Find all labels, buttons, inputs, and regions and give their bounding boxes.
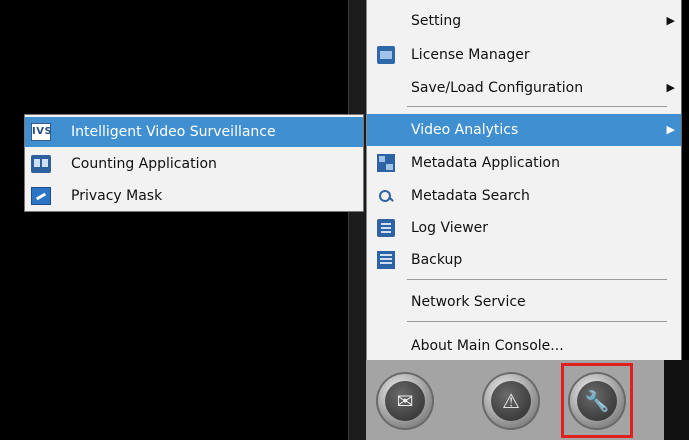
ivs-icon: IVS: [31, 123, 52, 141]
license-icon: [377, 46, 395, 64]
menu-item-license-manager[interactable]: License Manager: [367, 39, 681, 71]
menu-item-metadata-application[interactable]: Metadata Application: [367, 147, 681, 179]
video-analytics-submenu: IVS Intelligent Video Surveillance Count…: [24, 114, 364, 212]
menu-separator: [407, 321, 667, 322]
submenu-arrow-icon: ▶: [666, 14, 675, 27]
menu-separator: [407, 106, 667, 107]
metadata-application-icon: [377, 154, 395, 172]
backup-icon: [377, 251, 395, 269]
submenu-arrow-icon: ▶: [666, 123, 675, 136]
menu-item-metadata-search[interactable]: Metadata Search: [367, 180, 681, 212]
submenu-item-privacy-mask[interactable]: Privacy Mask: [25, 181, 363, 211]
panel-divider: [348, 0, 367, 440]
menu-item-about[interactable]: About Main Console...: [367, 330, 681, 362]
privacy-mask-icon: [31, 187, 51, 205]
counting-icon: [31, 155, 51, 173]
script-button[interactable]: ✉: [376, 372, 434, 430]
menu-item-save-load-configuration[interactable]: Save/Load Configuration ▶: [367, 72, 681, 104]
log-viewer-icon: [377, 219, 395, 237]
submenu-item-counting-application[interactable]: Counting Application: [25, 149, 363, 179]
selection-highlight-box: [561, 363, 633, 438]
submenu-item-ivs[interactable]: IVS Intelligent Video Surveillance: [25, 117, 363, 147]
menu-item-log-viewer[interactable]: Log Viewer: [367, 212, 681, 244]
warning-button[interactable]: ⚠: [482, 372, 540, 430]
video-area: [0, 0, 348, 440]
menu-separator: [407, 279, 667, 280]
main-menu: Setting ▶ License Manager Save/Load Conf…: [366, 0, 682, 368]
warning-icon: ⚠: [502, 389, 520, 413]
menu-item-backup[interactable]: Backup: [367, 244, 681, 276]
metadata-search-icon: [377, 187, 395, 205]
script-icon: ✉: [396, 389, 414, 413]
menu-item-setting[interactable]: Setting ▶: [367, 5, 681, 37]
menu-item-network-service[interactable]: Network Service: [367, 286, 681, 318]
menu-item-video-analytics[interactable]: Video Analytics ▶: [367, 114, 681, 146]
toolbar-edge: [664, 360, 689, 440]
submenu-arrow-icon: ▶: [666, 81, 675, 94]
